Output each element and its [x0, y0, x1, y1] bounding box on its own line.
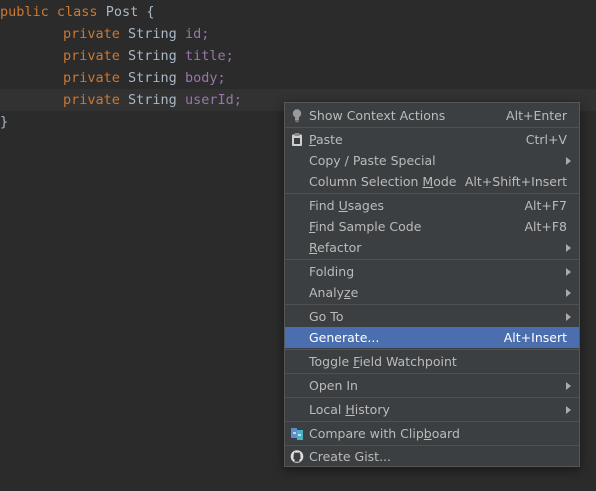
lightbulb-icon — [292, 109, 302, 123]
field-type: String — [128, 92, 177, 108]
menu-item-analyze[interactable]: Analyze — [285, 282, 579, 303]
menu-item-find-usages[interactable]: Find Usages Alt+F7 — [285, 195, 579, 216]
menu-separator — [285, 259, 579, 260]
compare-clipboard-icon — [291, 428, 303, 440]
submenu-arrow-icon — [566, 268, 571, 276]
context-menu: Show Context Actions Alt+Enter Paste Ctr… — [284, 102, 580, 467]
menu-item-folding[interactable]: Folding — [285, 261, 579, 282]
close-brace: } — [0, 114, 9, 130]
field-modifier: private — [63, 26, 120, 42]
menu-item-open-in[interactable]: Open In — [285, 375, 579, 396]
menu-item-create-gist[interactable]: Create Gist... — [285, 446, 579, 467]
menu-separator — [285, 397, 579, 398]
field-name: userId; — [184, 92, 242, 108]
class-name: Post — [105, 4, 139, 20]
menu-item-column-selection-mode[interactable]: Column Selection Mode Alt+Shift+Insert — [285, 171, 579, 192]
menu-item-paste[interactable]: Paste Ctrl+V — [285, 129, 579, 150]
submenu-arrow-icon — [566, 382, 571, 390]
field-modifier: private — [63, 70, 120, 86]
menu-item-find-sample-code[interactable]: Find Sample Code Alt+F8 — [285, 216, 579, 237]
open-brace: { — [146, 4, 155, 20]
field-modifier: private — [63, 92, 120, 108]
field-type: String — [128, 26, 177, 42]
field-type: String — [128, 70, 177, 86]
field-modifier: private — [63, 48, 120, 64]
keyword-class: class — [56, 4, 98, 20]
field-name: body; — [184, 70, 226, 86]
menu-separator — [285, 304, 579, 305]
code-line-class-declaration[interactable]: public class Post { — [0, 1, 596, 23]
clipboard-icon — [292, 133, 302, 146]
shortcut-label: Alt+F7 — [524, 198, 567, 213]
submenu-arrow-icon — [566, 157, 571, 165]
menu-item-show-context-actions[interactable]: Show Context Actions Alt+Enter — [285, 105, 579, 126]
submenu-arrow-icon — [566, 244, 571, 252]
menu-item-compare-with-clipboard[interactable]: Compare with Clipboard — [285, 423, 579, 444]
menu-item-refactor[interactable]: Refactor — [285, 237, 579, 258]
field-name: title; — [184, 48, 234, 64]
menu-item-copy-paste-special[interactable]: Copy / Paste Special — [285, 150, 579, 171]
field-name: id; — [184, 26, 210, 42]
code-line-field-id[interactable]: private String id; — [0, 23, 596, 45]
shortcut-label: Alt+F8 — [524, 219, 567, 234]
shortcut-label: Ctrl+V — [525, 132, 567, 147]
menu-item-generate[interactable]: Generate... Alt+Insert — [285, 327, 579, 348]
shortcut-label: Alt+Shift+Insert — [464, 174, 567, 189]
menu-separator — [285, 421, 579, 422]
menu-separator — [285, 373, 579, 374]
field-type: String — [128, 48, 177, 64]
submenu-arrow-icon — [566, 289, 571, 297]
menu-item-local-history[interactable]: Local History — [285, 399, 579, 420]
submenu-arrow-icon — [566, 406, 571, 414]
code-line-field-body[interactable]: private String body; — [0, 67, 596, 89]
submenu-arrow-icon — [566, 313, 571, 321]
menu-separator — [285, 193, 579, 194]
menu-item-toggle-field-watchpoint[interactable]: Toggle Field Watchpoint — [285, 351, 579, 372]
menu-separator — [285, 127, 579, 128]
code-line-field-title[interactable]: private String title; — [0, 45, 596, 67]
menu-separator — [285, 349, 579, 350]
keyword-public: public — [0, 4, 49, 20]
github-icon — [290, 450, 304, 463]
shortcut-label: Alt+Insert — [503, 330, 567, 345]
menu-item-go-to[interactable]: Go To — [285, 306, 579, 327]
shortcut-label: Alt+Enter — [506, 108, 567, 123]
